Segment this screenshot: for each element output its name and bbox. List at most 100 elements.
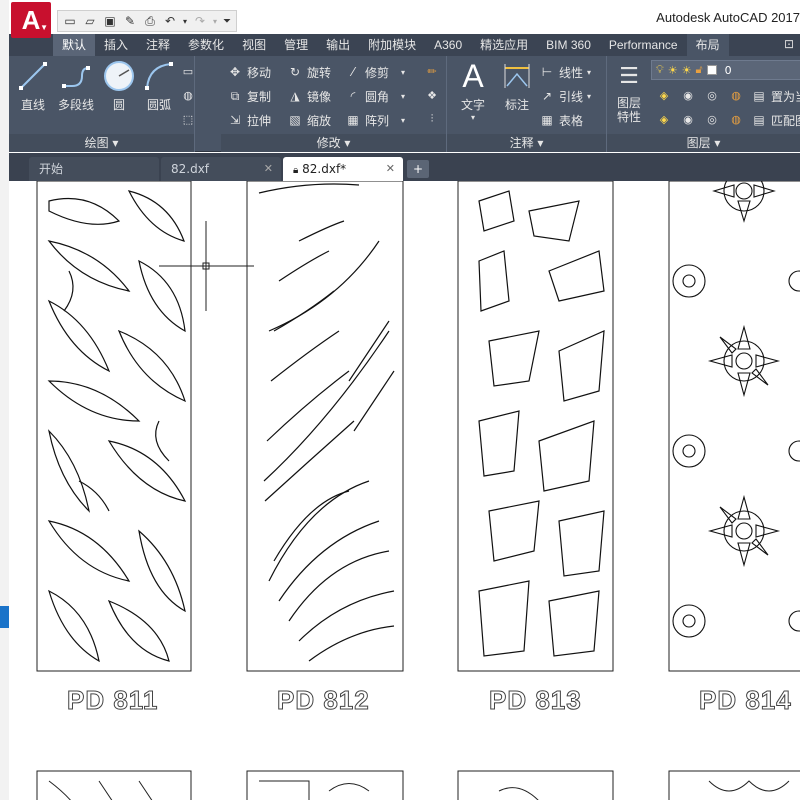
tab-view[interactable]: 视图 [233, 34, 275, 56]
tab-addins[interactable]: 附加模块 [359, 34, 425, 56]
array-button[interactable]: ▦ 阵列 ▾ [345, 110, 405, 130]
layer-on-icon[interactable]: ◈ [655, 110, 673, 128]
trim-button[interactable]: ⁄ 修剪 ▾ [345, 62, 405, 82]
rotate-button[interactable]: ↻ 旋转 [287, 62, 331, 82]
layer-lock-icon[interactable]: ◍ [727, 86, 745, 104]
dimension-button[interactable]: 标注 [495, 60, 539, 113]
document-tab-bar: 开始 82.dxf ✕ 🔒︎ 82.dxf* ✕ + [9, 153, 800, 181]
new-file-icon[interactable]: ▭ [61, 13, 79, 29]
print-icon[interactable]: ⎙ [141, 13, 159, 29]
array-icon: ▦ [347, 113, 359, 127]
panel-pd-811[interactable] [36, 181, 192, 672]
close-icon[interactable]: ✕ [386, 157, 395, 181]
match-layer-icon: ▤ [753, 113, 765, 127]
redo-icon[interactable]: ↷ [191, 13, 209, 29]
tab-layout[interactable]: 布局 [686, 34, 729, 56]
current-layer-name: 0 [724, 63, 732, 77]
tab-output[interactable]: 输出 [317, 34, 359, 56]
chevron-down-icon[interactable]: ▾ [587, 68, 591, 77]
line-button[interactable]: 直线 [11, 60, 55, 113]
chevron-down-icon[interactable]: ▾ [401, 92, 405, 101]
tab-bim360[interactable]: BIM 360 [537, 34, 600, 56]
table-button[interactable]: ▦ 表格 [539, 110, 583, 130]
boundary-icon[interactable]: ⬚ [179, 110, 197, 128]
hatch-icon[interactable]: ◍ [179, 86, 197, 104]
arc-button[interactable]: 圆弧 [137, 60, 181, 113]
tab-parametric[interactable]: 参数化 [179, 34, 233, 56]
save-as-icon[interactable]: ✎ [121, 13, 139, 29]
rectangle-icon[interactable]: ▭ [179, 62, 197, 80]
doc-tab-start[interactable]: 开始 [29, 157, 159, 181]
application-menu-button[interactable]: A ▼ [11, 2, 51, 38]
layer-thaw-icon[interactable]: ◎ [703, 110, 721, 128]
chevron-down-icon[interactable]: ▾ [587, 92, 591, 101]
circle-button[interactable]: 圆 [97, 60, 141, 113]
scale-button[interactable]: ▧ 缩放 [287, 110, 331, 130]
copy-icon: ⧉ [230, 88, 240, 103]
tab-annotate[interactable]: 注释 [137, 34, 179, 56]
layer-unisolate-icon[interactable]: ◉ [679, 110, 697, 128]
explode-icon[interactable]: ❖ [423, 86, 441, 104]
undo-dropdown-icon[interactable]: ▾ [181, 13, 189, 29]
drawing-canvas[interactable]: PD 811 PD 812 PD 813 PD 814 [9, 181, 800, 800]
tab-featured-apps[interactable]: 精选应用 [471, 34, 537, 56]
redo-dropdown-icon[interactable]: ▾ [211, 13, 219, 29]
save-icon[interactable]: ▣ [101, 13, 119, 29]
scale-label: 缩放 [307, 113, 332, 128]
layer-off-icon[interactable]: ◈ [655, 86, 673, 104]
layer-freeze-icon[interactable]: ◎ [703, 86, 721, 104]
ribbon-tab-bar: 默认 插入 注释 参数化 视图 管理 输出 附加模块 A360 精选应用 BIM… [9, 34, 800, 56]
tab-a360[interactable]: A360 [425, 34, 471, 56]
chevron-down-icon[interactable]: ▾ [451, 113, 495, 122]
linear-button[interactable]: ⊢ 线性 ▾ [539, 62, 591, 82]
linear-dimension-icon: ⊢ [541, 65, 553, 79]
unlock-icon: 🔓︎ [695, 63, 703, 76]
chevron-down-icon[interactable]: ▾ [401, 68, 405, 77]
undo-icon[interactable]: ↶ [161, 13, 179, 29]
desktop-taskbar-item[interactable] [0, 606, 9, 628]
set-current-button[interactable]: ▤ 置为当 [751, 86, 800, 106]
panel-pd-814[interactable] [668, 181, 800, 672]
layer-isolate-icon[interactable]: ◉ [679, 86, 697, 104]
open-folder-icon[interactable]: ▱ [81, 13, 99, 29]
new-tab-button[interactable]: + [407, 160, 429, 178]
stretch-icon: ⇲ [229, 113, 241, 127]
fillet-button[interactable]: ◜ 圆角 ▾ [345, 86, 405, 106]
panel-modify-title[interactable]: 修改 ▾ [221, 134, 446, 152]
panel-pd-812[interactable] [246, 181, 404, 672]
tab-home[interactable]: 默认 [53, 34, 96, 56]
doc-tab-label: 开始 [39, 162, 64, 176]
tab-manage[interactable]: 管理 [275, 34, 317, 56]
erase-icon[interactable]: ✏ [423, 62, 441, 80]
doc-tab-82-dxf-active[interactable]: 🔒︎ 82.dxf* ✕ [283, 157, 403, 181]
polyline-button[interactable]: 多段线 [51, 60, 101, 113]
linear-label: 线性 [559, 65, 584, 80]
panel-draw-title[interactable]: 绘图 ▾ [9, 134, 194, 152]
move-button[interactable]: ✥ 移动 [227, 62, 271, 82]
offset-icon[interactable]: ⫶ [423, 110, 441, 128]
copy-button[interactable]: ⧉ 复制 [227, 86, 271, 106]
stretch-button[interactable]: ⇲ 拉伸 [227, 110, 271, 130]
layer-unlock-icon[interactable]: ◍ [727, 110, 745, 128]
close-icon[interactable]: ✕ [264, 157, 273, 181]
panel-draw: 直线 多段线 圆 圆弧 ▭ ◍ ⬚ 绘图 ▾ [9, 56, 195, 152]
customize-qat-icon[interactable]: ⏷ [221, 13, 233, 29]
chevron-down-icon: ▼ [40, 23, 48, 32]
leader-button[interactable]: ↗ 引线 ▾ [539, 86, 591, 106]
panel-pd-813[interactable] [457, 181, 614, 672]
chevron-down-icon[interactable]: ▾ [401, 116, 405, 125]
panel-layers-title[interactable]: 图层 ▾ [607, 134, 800, 152]
copy-label: 复制 [247, 89, 272, 104]
ribbon-minimize-icon[interactable]: ⊡ [784, 37, 794, 51]
tab-insert[interactable]: 插入 [95, 34, 137, 56]
mirror-button[interactable]: ◮ 镜像 [287, 86, 331, 106]
move-label: 移动 [247, 65, 272, 80]
panel-annotation-title[interactable]: 注释 ▾ [447, 134, 606, 152]
doc-tab-82-dxf[interactable]: 82.dxf ✕ [161, 157, 281, 181]
lightbulb-icon: 💡︎ [656, 63, 664, 76]
layer-dropdown[interactable]: 💡︎ ☀ ☀ 🔓︎ 0 [651, 60, 800, 80]
layer-properties-button[interactable]: ☰ 图层 特性 [609, 60, 649, 125]
match-layer-button[interactable]: ▤ 匹配图 [751, 110, 800, 130]
text-button[interactable]: A 文字 ▾ [451, 58, 495, 123]
tab-performance[interactable]: Performance [600, 34, 687, 56]
